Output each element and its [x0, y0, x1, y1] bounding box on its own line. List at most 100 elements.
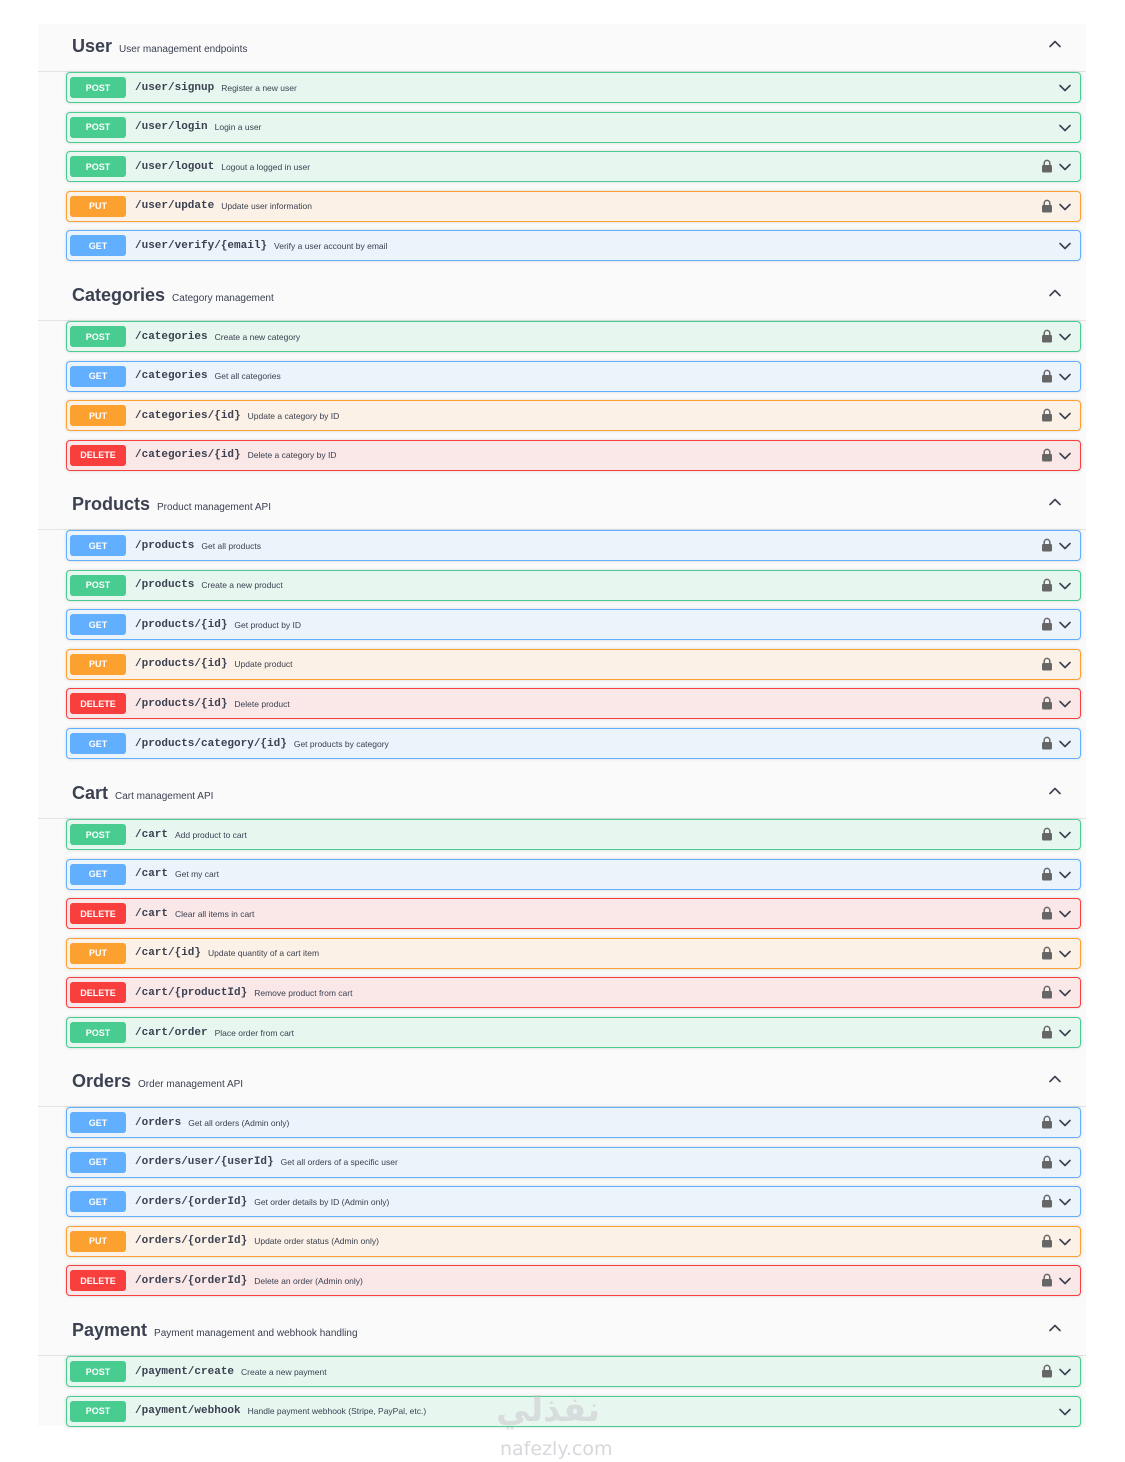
chevron-down-icon[interactable]: [1058, 409, 1072, 423]
operation-row[interactable]: POST/user/logout Logout a logged in user: [66, 151, 1081, 183]
operation-row[interactable]: DELETE/cart/{productId} Remove product fr…: [66, 977, 1081, 1009]
method-badge: POST: [70, 574, 126, 596]
chevron-down-icon[interactable]: [1058, 1274, 1072, 1288]
operation-row[interactable]: GET/user/verify/{email} Verify a user acc…: [66, 230, 1081, 262]
operation-row[interactable]: POST/cart/order Place order from cart: [66, 1017, 1081, 1048]
chevron-down-icon[interactable]: [1058, 658, 1072, 672]
endpoint-summary: Add product to cart: [175, 829, 247, 840]
operation-row[interactable]: PUT/cart/{id} Update quantity of a cart i…: [66, 937, 1081, 969]
chevron-down-icon[interactable]: [1058, 986, 1072, 1000]
lock-icon[interactable]: [1041, 657, 1053, 671]
lock-icon[interactable]: [1041, 578, 1053, 592]
lock-icon[interactable]: [1041, 329, 1053, 343]
endpoint-path: /products: [135, 579, 195, 592]
operation-row[interactable]: DELETE/orders/{orderId} Delete an order (…: [66, 1265, 1081, 1297]
chevron-down-icon[interactable]: [1058, 1235, 1072, 1249]
chevron-up-icon[interactable]: [1048, 37, 1062, 51]
operation-row[interactable]: POST/payment/create Create a new payment: [66, 1356, 1081, 1387]
operation-row[interactable]: GET/orders Get all orders (Admin only): [66, 1107, 1081, 1138]
operation-row[interactable]: PUT/orders/{orderId} Update order status …: [66, 1225, 1081, 1257]
chevron-down-icon[interactable]: [1058, 81, 1072, 95]
chevron-down-icon[interactable]: [1058, 239, 1072, 253]
section-name: User: [72, 36, 113, 56]
section-header[interactable]: Categories Category management: [38, 273, 1086, 321]
chevron-down-icon[interactable]: [1058, 1116, 1072, 1130]
operation-row[interactable]: POST/categories Create a new category: [66, 321, 1081, 352]
chevron-down-icon[interactable]: [1058, 1405, 1072, 1419]
lock-icon[interactable]: [1041, 1155, 1053, 1169]
lock-icon[interactable]: [1041, 867, 1053, 881]
chevron-down-icon[interactable]: [1058, 737, 1072, 751]
chevron-up-icon[interactable]: [1048, 495, 1062, 509]
operation-row[interactable]: DELETE/cart Clear all items in cart: [66, 898, 1081, 930]
lock-icon[interactable]: [1041, 617, 1053, 631]
operation-row[interactable]: GET/products/category/{id} Get products b…: [66, 728, 1081, 759]
chevron-down-icon[interactable]: [1058, 370, 1072, 384]
operation-row[interactable]: PUT/categories/{id} Update a category by …: [66, 400, 1081, 432]
chevron-down-icon[interactable]: [1058, 1195, 1072, 1209]
lock-icon[interactable]: [1041, 448, 1053, 462]
lock-icon[interactable]: [1041, 159, 1053, 173]
lock-icon[interactable]: [1041, 408, 1053, 422]
chevron-down-icon[interactable]: [1058, 618, 1072, 632]
operation-row[interactable]: POST/user/login Login a user: [66, 111, 1081, 143]
section-header[interactable]: Products Product management API: [38, 482, 1086, 530]
lock-icon[interactable]: [1041, 1234, 1053, 1248]
chevron-down-icon[interactable]: [1058, 1365, 1072, 1379]
lock-icon[interactable]: [1041, 906, 1053, 920]
lock-icon[interactable]: [1041, 538, 1053, 552]
lock-icon[interactable]: [1041, 199, 1053, 213]
lock-icon[interactable]: [1041, 369, 1053, 383]
endpoint-path: /payment/create: [135, 1365, 235, 1378]
section-header[interactable]: Cart Cart management API: [38, 771, 1086, 819]
operation-row[interactable]: PUT/products/{id} Update product: [66, 648, 1081, 680]
chevron-down-icon[interactable]: [1058, 449, 1072, 463]
method-badge: GET: [70, 1112, 126, 1133]
section-header[interactable]: Orders Order management API: [38, 1059, 1086, 1107]
chevron-down-icon[interactable]: [1058, 160, 1072, 174]
chevron-down-icon[interactable]: [1058, 539, 1072, 553]
chevron-down-icon[interactable]: [1058, 907, 1072, 921]
lock-icon[interactable]: [1041, 827, 1053, 841]
endpoint-summary: Get product by ID: [234, 619, 302, 630]
chevron-down-icon[interactable]: [1058, 579, 1072, 593]
chevron-down-icon[interactable]: [1058, 947, 1072, 961]
lock-icon[interactable]: [1041, 1364, 1053, 1378]
lock-icon[interactable]: [1041, 1194, 1053, 1208]
chevron-down-icon[interactable]: [1058, 121, 1072, 135]
section-header[interactable]: User User management endpoints: [38, 24, 1086, 72]
chevron-up-icon[interactable]: [1048, 1321, 1062, 1335]
lock-icon[interactable]: [1041, 985, 1053, 999]
lock-icon[interactable]: [1041, 696, 1053, 710]
chevron-up-icon[interactable]: [1048, 286, 1062, 300]
chevron-up-icon[interactable]: [1048, 1072, 1062, 1086]
operation-row[interactable]: GET/products/{id} Get product by ID: [66, 609, 1081, 641]
operation-row[interactable]: GET/orders/{orderId} Get order details by…: [66, 1186, 1081, 1218]
lock-icon[interactable]: [1041, 1273, 1053, 1287]
operation-row[interactable]: POST/products Create a new product: [66, 569, 1081, 601]
chevron-down-icon[interactable]: [1058, 1026, 1072, 1040]
lock-icon[interactable]: [1041, 1025, 1053, 1039]
operation-row[interactable]: DELETE/products/{id} Delete product: [66, 688, 1081, 720]
chevron-down-icon[interactable]: [1058, 1156, 1072, 1170]
operation-row[interactable]: DELETE/categories/{id} Delete a category …: [66, 439, 1081, 471]
chevron-down-icon[interactable]: [1058, 330, 1072, 344]
operation-row[interactable]: GET/products Get all products: [66, 530, 1081, 561]
chevron-down-icon[interactable]: [1058, 697, 1072, 711]
section-payment: Payment Payment management and webhook ha…: [38, 1308, 1086, 1427]
section-title: Products Product management API: [72, 494, 271, 515]
chevron-down-icon[interactable]: [1058, 868, 1072, 882]
section-header[interactable]: Payment Payment management and webhook ha…: [38, 1308, 1086, 1356]
lock-icon[interactable]: [1041, 1115, 1053, 1129]
operation-row[interactable]: GET/categories Get all categories: [66, 360, 1081, 392]
operation-row[interactable]: POST/cart Add product to cart: [66, 819, 1081, 850]
chevron-down-icon[interactable]: [1058, 200, 1072, 214]
lock-icon[interactable]: [1041, 946, 1053, 960]
lock-icon[interactable]: [1041, 736, 1053, 750]
operation-row[interactable]: PUT/user/update Update user information: [66, 190, 1081, 222]
operation-row[interactable]: GET/orders/user/{userId} Get all orders o…: [66, 1146, 1081, 1178]
operation-row[interactable]: POST/user/signup Register a new user: [66, 72, 1081, 103]
chevron-up-icon[interactable]: [1048, 784, 1062, 798]
chevron-down-icon[interactable]: [1058, 828, 1072, 842]
operation-row[interactable]: GET/cart Get my cart: [66, 858, 1081, 890]
